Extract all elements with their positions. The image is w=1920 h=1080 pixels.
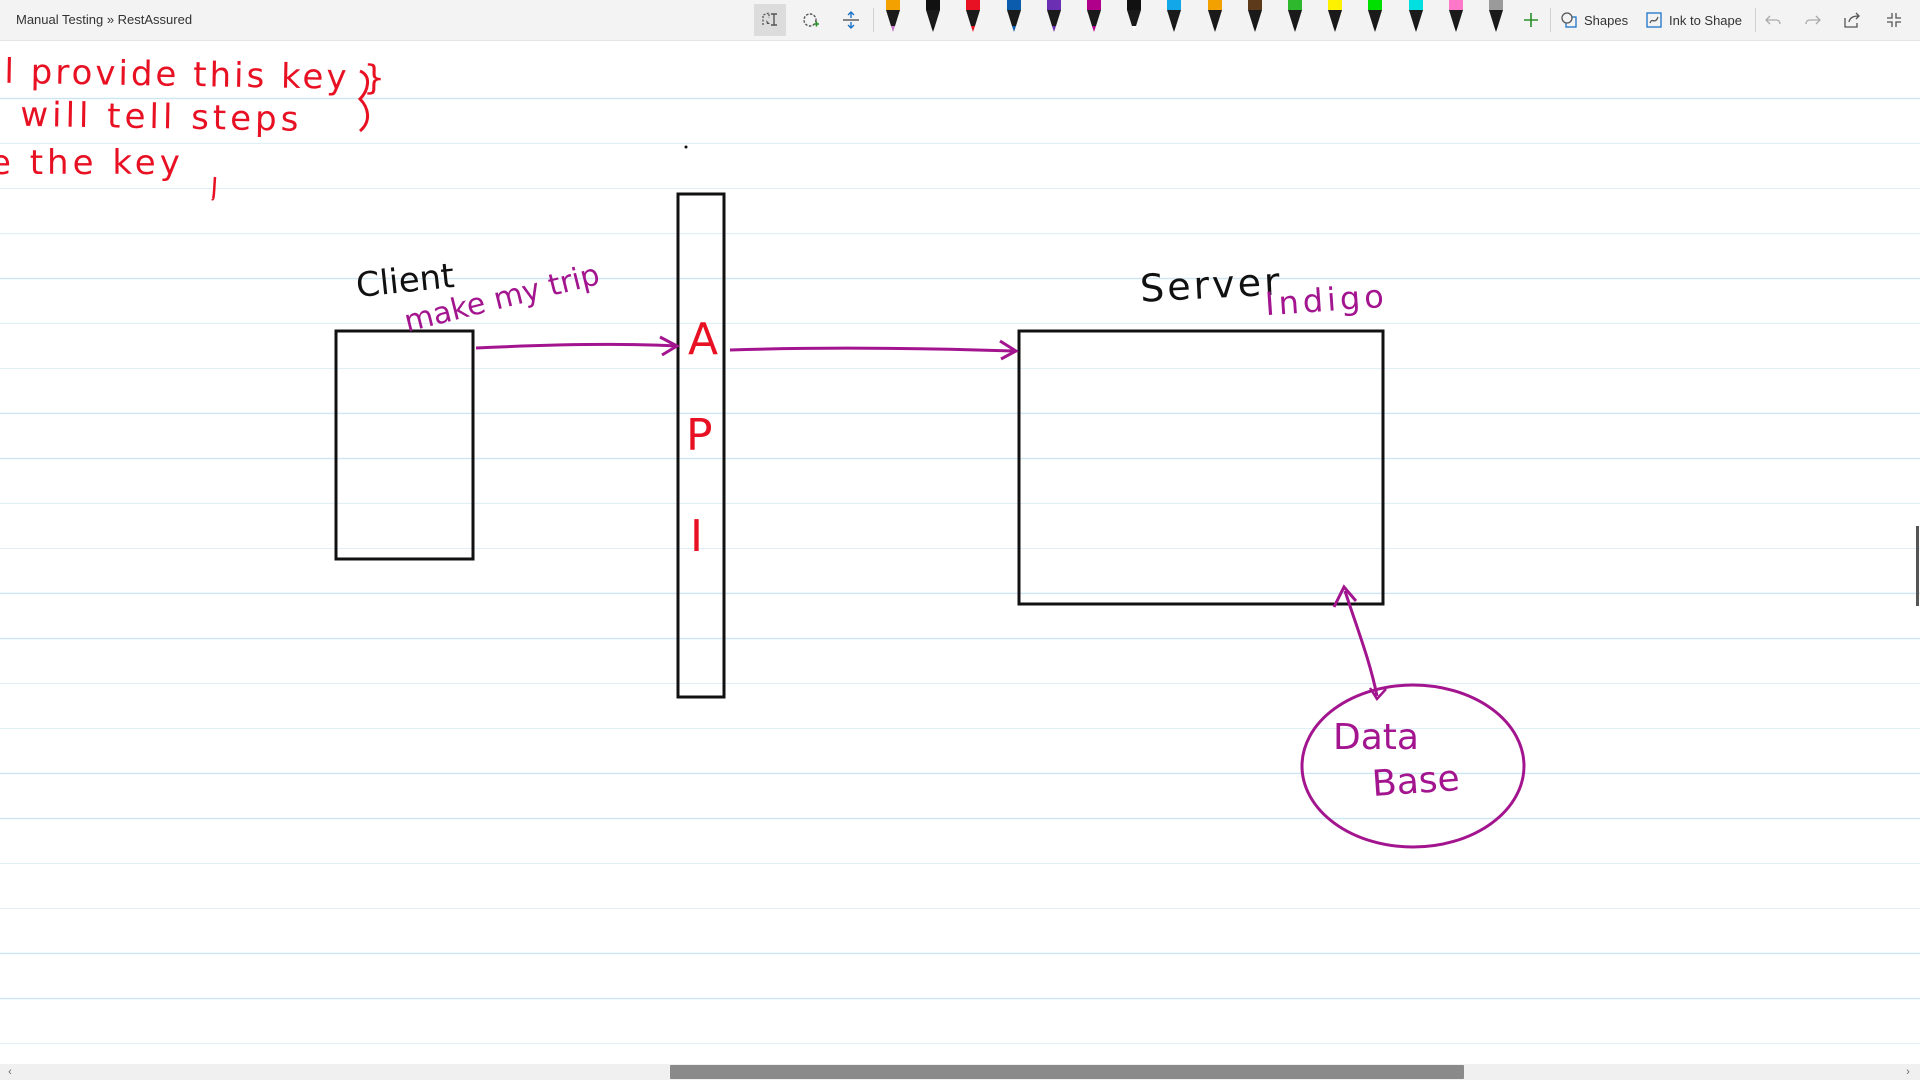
note-canvas[interactable]: ll provide this key } : will tell steps …: [0, 41, 1920, 1065]
scrollbar-thumb[interactable]: [670, 1065, 1464, 1079]
ink-drawing: [211, 69, 1526, 849]
api-letter-p: P: [686, 410, 713, 461]
pen-14-icon[interactable]: [1399, 0, 1433, 36]
add-space-icon[interactable]: [795, 4, 827, 36]
note-line-3: e the key: [0, 143, 184, 183]
plus-icon[interactable]: [1515, 4, 1547, 36]
arrow-db-to-server: [1343, 590, 1379, 697]
pen-1-icon[interactable]: [876, 0, 910, 36]
pen-10-icon[interactable]: [1238, 0, 1272, 36]
toolbar-separator: [1550, 8, 1551, 32]
toolbar-separator: [873, 8, 874, 32]
exit-fullscreen-icon[interactable]: [1878, 4, 1910, 36]
server-label: Server: [1138, 259, 1284, 311]
api-letter-i: I: [690, 511, 703, 562]
pen-7-icon[interactable]: [1117, 0, 1151, 36]
shapes-button[interactable]: Shapes: [1560, 4, 1628, 36]
pen-16-icon[interactable]: [1479, 0, 1513, 36]
arrow-api-to-server: [729, 346, 1015, 353]
pen-5-icon[interactable]: [1037, 0, 1071, 36]
database-label-1: Data: [1333, 717, 1419, 758]
pen-13-icon[interactable]: [1358, 0, 1392, 36]
pen-15-icon[interactable]: [1439, 0, 1473, 36]
pen-9-icon[interactable]: [1198, 0, 1232, 36]
pen-4-icon[interactable]: [997, 0, 1031, 36]
shapes-label: Shapes: [1584, 12, 1629, 28]
scroll-right-icon[interactable]: ›: [1900, 1064, 1916, 1080]
arrow-client-to-api: [475, 343, 677, 350]
ribbon-toolbar: Manual Testing » RestAssured Shapes Ink …: [0, 0, 1920, 41]
note-line-1: ll provide this key }: [0, 51, 389, 99]
eraser-icon[interactable]: [835, 4, 867, 36]
scroll-left-icon[interactable]: ‹: [2, 1064, 18, 1080]
pen-8-icon[interactable]: [1157, 0, 1191, 36]
shapes-icon: [1561, 12, 1577, 28]
api-letter-a: A: [688, 314, 719, 365]
database-label-2: Base: [1370, 757, 1461, 806]
share-icon[interactable]: [1836, 4, 1868, 36]
ink-dot: [684, 145, 688, 149]
toolbar-separator: [1755, 8, 1756, 32]
undo-icon[interactable]: [1757, 4, 1789, 36]
lasso-select-icon[interactable]: [754, 4, 786, 36]
pen-11-icon[interactable]: [1278, 0, 1312, 36]
breadcrumb[interactable]: Manual Testing » RestAssured: [16, 0, 192, 40]
ink-to-shape-label: Ink to Shape: [1669, 12, 1742, 28]
note-line-2: : will tell steps: [0, 94, 303, 140]
note-underline: [211, 176, 217, 201]
ink-to-shape-button[interactable]: Ink to Shape: [1645, 4, 1742, 36]
redo-icon[interactable]: [1797, 4, 1829, 36]
vertical-scroll-indicator[interactable]: [1916, 526, 1919, 606]
pen-3-icon[interactable]: [956, 0, 990, 36]
server-box: [1017, 329, 1385, 606]
horizontal-scrollbar[interactable]: ‹ ›: [0, 1064, 1920, 1080]
ink-to-shape-icon: [1646, 12, 1662, 28]
pen-6-icon[interactable]: [1077, 0, 1111, 36]
pen-2-icon[interactable]: [916, 0, 950, 36]
client-box: [334, 329, 475, 561]
pen-12-icon[interactable]: [1318, 0, 1352, 36]
